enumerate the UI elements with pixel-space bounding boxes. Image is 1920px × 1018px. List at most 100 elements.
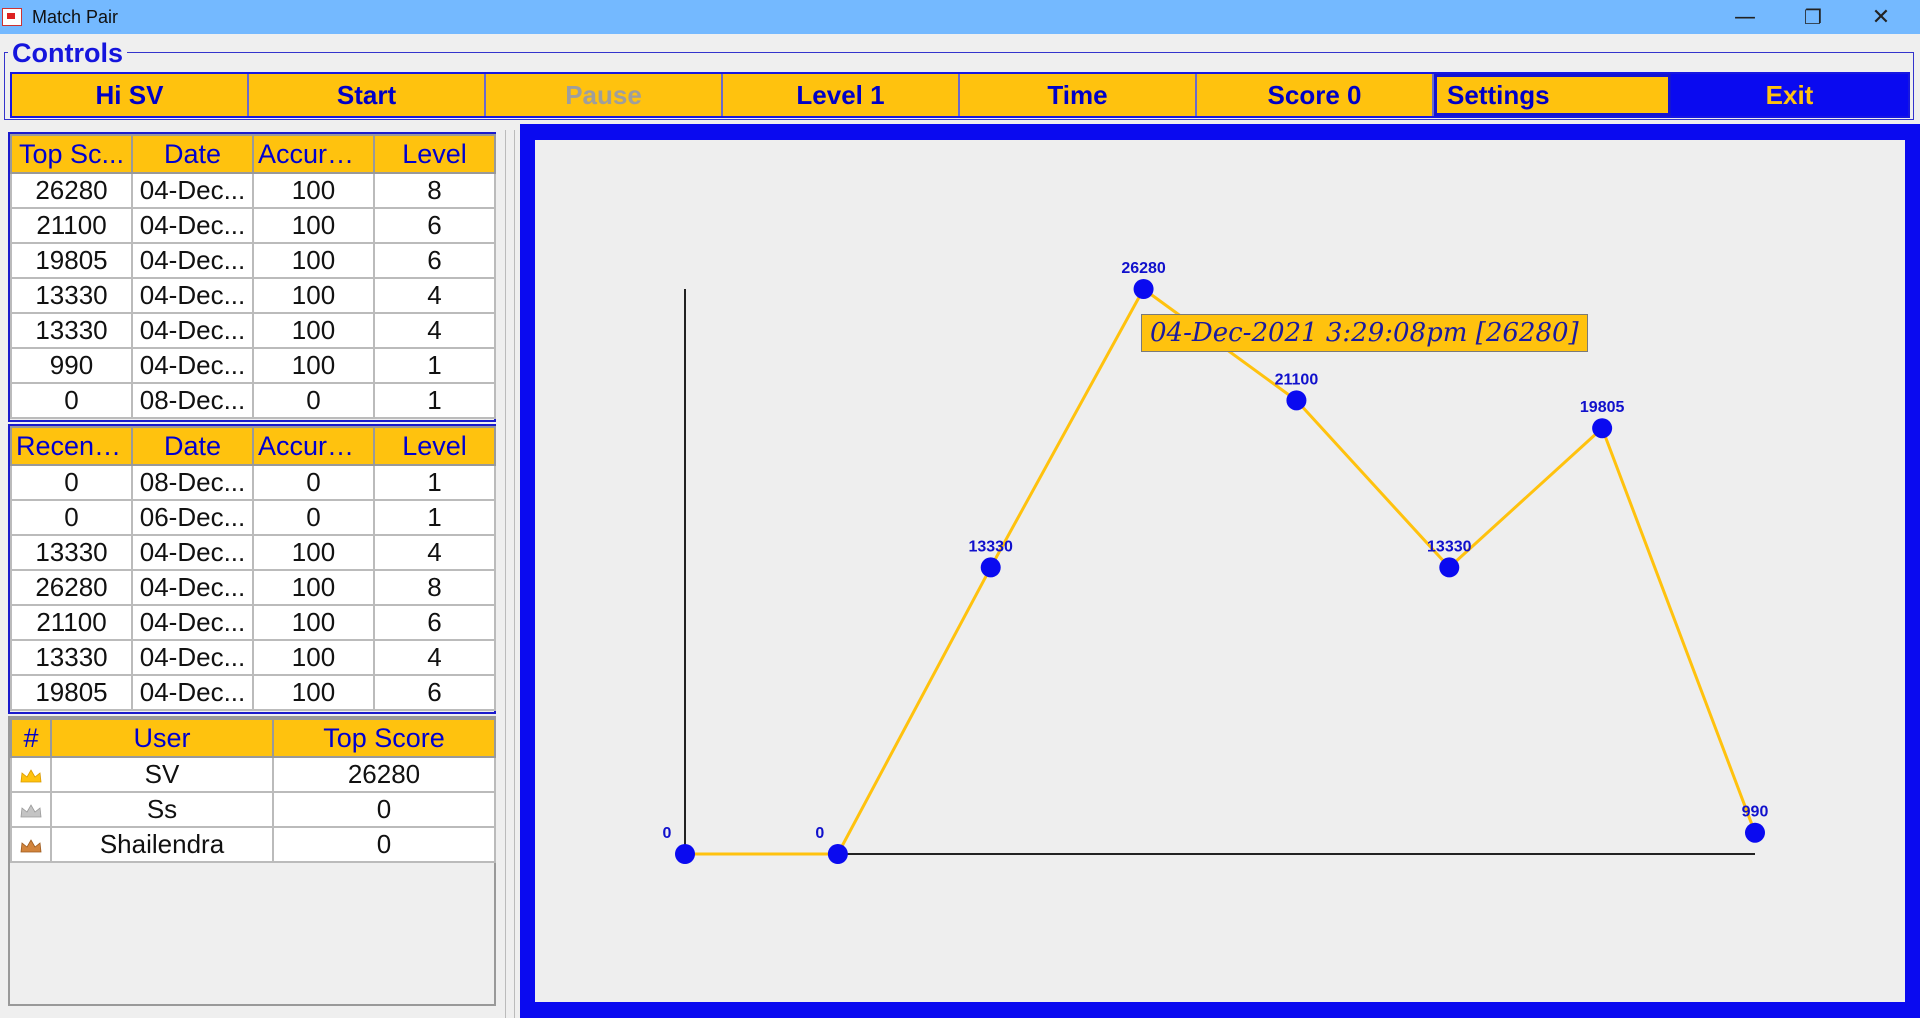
- table-row[interactable]: Ss 0: [10, 791, 496, 828]
- accuracy-cell: 100: [252, 347, 375, 384]
- level-cell: 4: [373, 312, 496, 349]
- score-cell: 26280: [10, 172, 133, 209]
- score-cell: 13330: [10, 639, 133, 676]
- rank-cell: [10, 791, 52, 828]
- data-label: 990: [1742, 804, 1769, 821]
- data-point[interactable]: [1133, 279, 1154, 299]
- table-row[interactable]: 0 08-Dec... 0 1: [10, 382, 496, 419]
- controls-legend: Controls: [8, 38, 127, 69]
- app-icon: [2, 8, 22, 26]
- date-cell: 04-Dec...: [131, 639, 254, 676]
- level-cell: 6: [373, 207, 496, 244]
- rank-cell: [10, 756, 52, 793]
- score-cell: 13330: [10, 312, 133, 349]
- level-cell: 1: [373, 464, 496, 501]
- minimize-button[interactable]: —: [1712, 0, 1778, 34]
- table-row[interactable]: 19805 04-Dec... 100 6: [10, 674, 496, 711]
- date-cell: 04-Dec...: [131, 674, 254, 711]
- start-button[interactable]: Start: [249, 74, 486, 116]
- data-point[interactable]: [980, 557, 1001, 578]
- gold-crown-icon: [20, 769, 42, 783]
- score-cell: 26280: [10, 569, 133, 606]
- date-cell: 04-Dec...: [131, 277, 254, 314]
- level-cell: 8: [373, 172, 496, 209]
- data-point[interactable]: [827, 844, 848, 864]
- pause-button[interactable]: Pause: [486, 74, 723, 116]
- table-row[interactable]: 0 08-Dec... 0 1: [10, 464, 496, 501]
- accuracy-cell: 0: [252, 464, 375, 501]
- data-point[interactable]: [675, 844, 695, 864]
- level-header[interactable]: Level: [373, 134, 496, 174]
- restore-button[interactable]: ❐: [1780, 0, 1846, 34]
- data-label: 13330: [1427, 538, 1472, 555]
- date-header[interactable]: Date: [131, 134, 254, 174]
- table-row[interactable]: 21100 04-Dec... 100 6: [10, 604, 496, 641]
- greeting-button[interactable]: Hi SV: [12, 74, 249, 116]
- top-score-header[interactable]: Top Score: [272, 718, 496, 758]
- score-cell: 0: [10, 382, 133, 419]
- data-point[interactable]: [1745, 822, 1765, 843]
- data-label: 13330: [968, 538, 1013, 555]
- date-cell: 04-Dec...: [131, 242, 254, 279]
- date-cell: 04-Dec...: [131, 172, 254, 209]
- recent-score-header[interactable]: Recent ...: [10, 426, 133, 466]
- score-cell: 13330: [10, 534, 133, 571]
- pane-splitter[interactable]: [505, 130, 515, 1018]
- level-cell: 1: [373, 347, 496, 384]
- table-row[interactable]: 21100 04-Dec... 100 6: [10, 207, 496, 244]
- accuracy-cell: 100: [252, 172, 375, 209]
- data-point[interactable]: [1286, 390, 1307, 411]
- close-button[interactable]: ✕: [1848, 0, 1914, 34]
- data-label: 21100: [1275, 371, 1319, 388]
- top-score-header[interactable]: Top Sc...: [10, 134, 133, 174]
- table-row[interactable]: SV 26280: [10, 756, 496, 793]
- accuracy-cell: 0: [252, 499, 375, 536]
- time-button[interactable]: Time: [960, 74, 1197, 116]
- table-row[interactable]: 13330 04-Dec... 100 4: [10, 312, 496, 349]
- exit-button[interactable]: Exit: [1671, 74, 1908, 116]
- date-cell: 04-Dec...: [131, 569, 254, 606]
- table-row[interactable]: 990 04-Dec... 100 1: [10, 347, 496, 384]
- date-cell: 04-Dec...: [131, 534, 254, 571]
- accuracy-cell: 100: [252, 674, 375, 711]
- accuracy-cell: 100: [252, 604, 375, 641]
- table-row[interactable]: 19805 04-Dec... 100 6: [10, 242, 496, 279]
- table-row[interactable]: 26280 04-Dec... 100 8: [10, 172, 496, 209]
- table-row[interactable]: 13330 04-Dec... 100 4: [10, 639, 496, 676]
- accuracy-cell: 100: [252, 534, 375, 571]
- score-button[interactable]: Score 0: [1197, 74, 1434, 116]
- accuracy-cell: 100: [252, 312, 375, 349]
- table-row[interactable]: 13330 04-Dec... 100 4: [10, 277, 496, 314]
- toolbar: Hi SV Start Pause Level 1 Time Score 0 S…: [10, 72, 1910, 118]
- date-header[interactable]: Date: [131, 426, 254, 466]
- score-cell: 0: [10, 464, 133, 501]
- users-table: # User Top Score SV 26280 Ss 0 Shailendr…: [10, 718, 496, 863]
- table-row[interactable]: Shailendra 0: [10, 826, 496, 863]
- score-cell: 19805: [10, 242, 133, 279]
- data-label: 19805: [1580, 399, 1625, 416]
- table-row[interactable]: 0 06-Dec... 0 1: [10, 499, 496, 536]
- level-button[interactable]: Level 1: [723, 74, 960, 116]
- data-point[interactable]: [1439, 557, 1460, 578]
- score-cell: 21100: [10, 207, 133, 244]
- score-history-chart: 0 0 13330 26280 21100 13330 19805 990: [663, 260, 1769, 864]
- accuracy-header[interactable]: Accuracy: [252, 134, 375, 174]
- settings-button[interactable]: Settings: [1434, 74, 1671, 116]
- score-cell: 19805: [10, 674, 133, 711]
- table-row[interactable]: 26280 04-Dec... 100 8: [10, 569, 496, 606]
- rank-header[interactable]: #: [10, 718, 52, 758]
- level-header[interactable]: Level: [373, 426, 496, 466]
- date-cell: 04-Dec...: [131, 312, 254, 349]
- accuracy-cell: 100: [252, 242, 375, 279]
- table-row[interactable]: 13330 04-Dec... 100 4: [10, 534, 496, 571]
- accuracy-cell: 100: [252, 569, 375, 606]
- level-cell: 6: [373, 242, 496, 279]
- score-cell: 26280: [272, 756, 496, 793]
- data-point[interactable]: [1592, 418, 1613, 439]
- accuracy-header[interactable]: Accuracy: [252, 426, 375, 466]
- date-cell: 06-Dec...: [131, 499, 254, 536]
- level-cell: 1: [373, 382, 496, 419]
- date-cell: 04-Dec...: [131, 347, 254, 384]
- date-cell: 08-Dec...: [131, 382, 254, 419]
- user-header[interactable]: User: [50, 718, 274, 758]
